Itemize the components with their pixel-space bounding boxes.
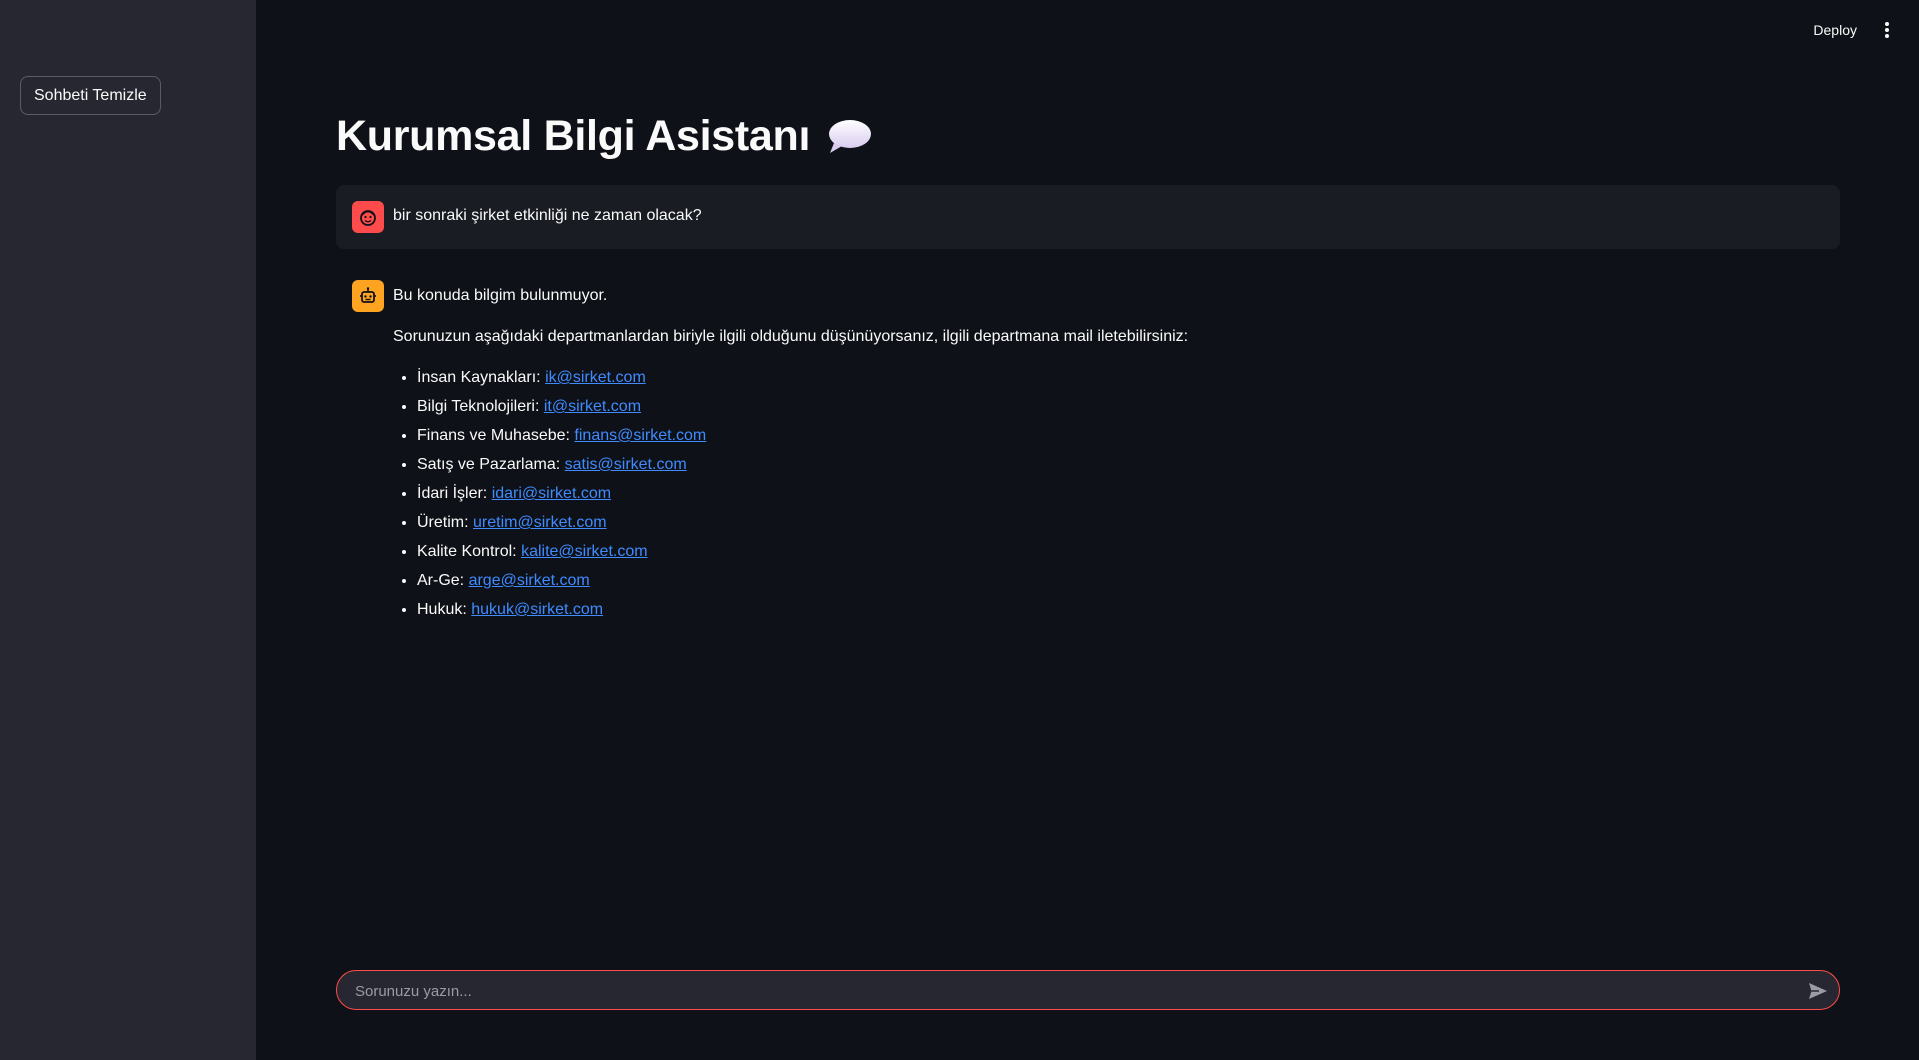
department-label: İnsan Kaynakları: bbox=[417, 369, 546, 386]
department-email-link[interactable]: finans@sirket.com bbox=[574, 427, 706, 444]
chat-input[interactable] bbox=[353, 971, 1777, 1011]
list-item: İnsan Kaynakları: ik@sirket.com bbox=[417, 366, 1793, 390]
chat-input-container bbox=[336, 970, 1840, 1011]
robot-icon bbox=[360, 287, 376, 303]
department-email-link[interactable]: ik@sirket.com bbox=[545, 369, 646, 386]
department-label: Hukuk: bbox=[417, 601, 472, 618]
assistant-avatar bbox=[352, 280, 384, 312]
user-face-icon bbox=[360, 210, 376, 226]
clear-chat-button[interactable]: Sohbeti Temizle bbox=[20, 76, 161, 115]
department-email-link[interactable]: it@sirket.com bbox=[544, 398, 641, 415]
department-email-link[interactable]: uretim@sirket.com bbox=[473, 514, 607, 531]
department-email-link[interactable]: kalite@sirket.com bbox=[521, 543, 648, 560]
department-email-link[interactable]: satis@sirket.com bbox=[565, 456, 687, 473]
more-menu-icon[interactable] bbox=[1879, 20, 1895, 40]
page-title-text: Kurumsal Bilgi Asistanı bbox=[336, 112, 811, 160]
department-label: Satış ve Pazarlama: bbox=[417, 456, 565, 473]
department-label: Üretim: bbox=[417, 514, 473, 531]
user-message-text: bir sonraki şirket etkinliği ne zaman ol… bbox=[393, 207, 702, 224]
list-item: Üretim: uretim@sirket.com bbox=[417, 511, 1793, 535]
department-email-link[interactable]: idari@sirket.com bbox=[492, 485, 611, 502]
department-label: Finans ve Muhasebe: bbox=[417, 427, 575, 444]
user-message: bir sonraki şirket etkinliği ne zaman ol… bbox=[336, 185, 1840, 249]
department-label: Ar-Ge: bbox=[417, 572, 469, 589]
send-icon[interactable] bbox=[1807, 980, 1829, 1002]
list-item: Ar-Ge: arge@sirket.com bbox=[417, 569, 1793, 593]
app-header: Deploy bbox=[256, 0, 1919, 60]
department-email-link[interactable]: arge@sirket.com bbox=[469, 572, 590, 589]
assistant-message-body: Bu konuda bilgim bulunmuyor. Sorunuzun a… bbox=[393, 284, 1793, 627]
speech-balloon-icon bbox=[829, 119, 872, 153]
page-title: Kurumsal Bilgi Asistanı bbox=[336, 112, 872, 161]
list-item: Finans ve Muhasebe: finans@sirket.com bbox=[417, 424, 1793, 448]
user-avatar bbox=[352, 201, 384, 233]
department-label: Bilgi Teknolojileri: bbox=[417, 398, 544, 415]
list-item: Hukuk: hukuk@sirket.com bbox=[417, 598, 1793, 622]
assistant-text-line1: Bu konuda bilgim bulunmuyor. bbox=[393, 287, 608, 304]
department-label: Kalite Kontrol: bbox=[417, 543, 522, 560]
department-email-link[interactable]: hukuk@sirket.com bbox=[471, 601, 603, 618]
main-area: Deploy Kurumsal Bilgi Asistanı bir sonra… bbox=[256, 0, 1919, 1060]
list-item: Kalite Kontrol: kalite@sirket.com bbox=[417, 540, 1793, 564]
list-item: Bilgi Teknolojileri: it@sirket.com bbox=[417, 395, 1793, 419]
department-label: İdari İşler: bbox=[417, 485, 492, 502]
department-list: İnsan Kaynakları: ik@sirket.com Bilgi Te… bbox=[393, 366, 1793, 622]
deploy-button[interactable]: Deploy bbox=[1807, 18, 1863, 42]
list-item: İdari İşler: idari@sirket.com bbox=[417, 482, 1793, 506]
list-item: Satış ve Pazarlama: satis@sirket.com bbox=[417, 453, 1793, 477]
sidebar: Sohbeti Temizle bbox=[0, 0, 256, 1060]
assistant-text-line2: Sorunuzun aşağıdaki departmanlardan biri… bbox=[393, 328, 1189, 345]
